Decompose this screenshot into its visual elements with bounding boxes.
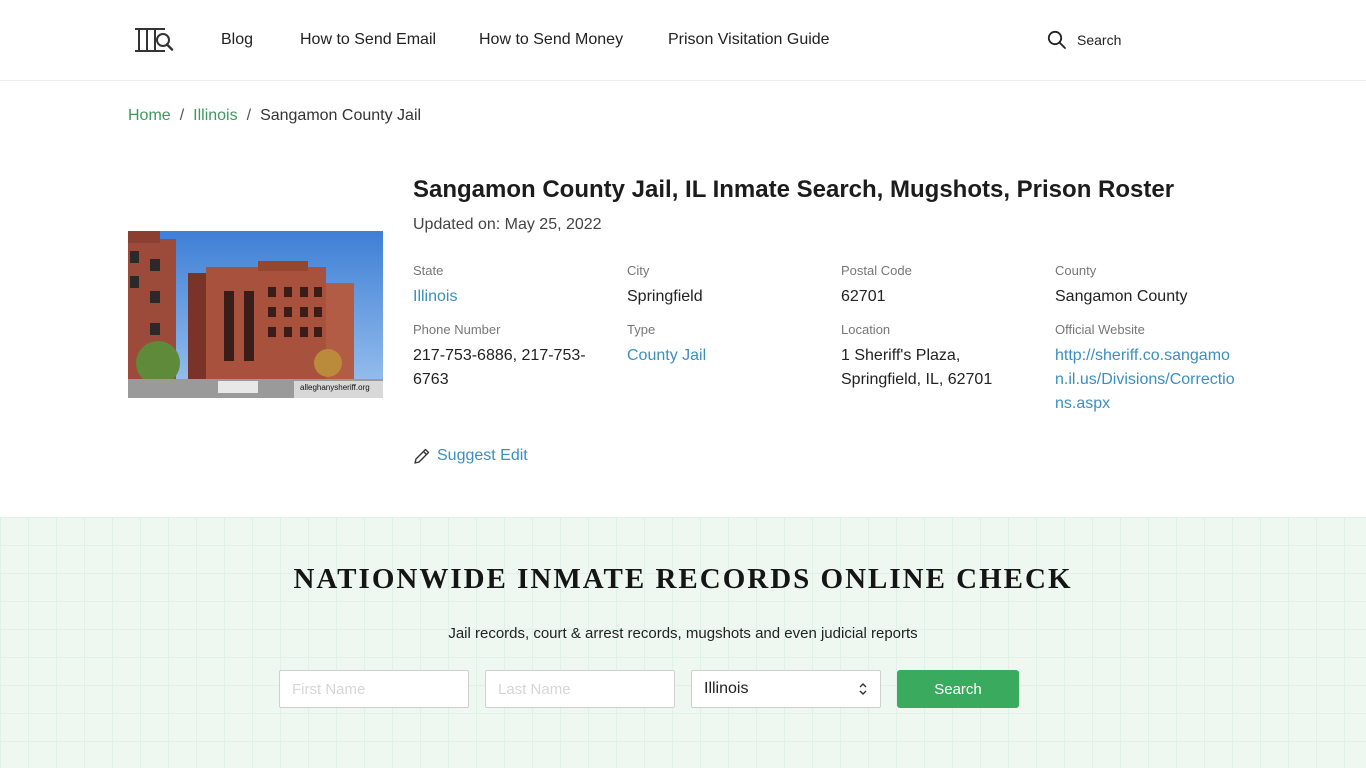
- breadcrumb-state[interactable]: Illinois: [193, 107, 237, 124]
- nav-how-to-send-email[interactable]: How to Send Email: [300, 31, 436, 49]
- official-website-link[interactable]: http://sheriff.co.sangamon.il.us/Divisio…: [1055, 344, 1241, 416]
- field-label: Location: [841, 322, 891, 337]
- nav-how-to-send-money[interactable]: How to Send Money: [479, 31, 623, 49]
- field-type: Type County Jail: [627, 322, 817, 368]
- field-official-website: Official Website http://sheriff.co.sanga…: [1055, 322, 1245, 416]
- field-county: County Sangamon County: [1055, 263, 1245, 309]
- type-link[interactable]: County Jail: [627, 344, 817, 368]
- breadcrumb-separator: /: [179, 107, 185, 124]
- search-icon: [1047, 30, 1066, 49]
- field-value: 217-753-6886, 217-753-6763: [413, 347, 586, 388]
- field-value: Sangamon County: [1055, 288, 1188, 305]
- facility-photo: alleghanysheriff.org: [128, 231, 383, 398]
- state-select[interactable]: Illinois: [691, 670, 881, 708]
- breadcrumb-separator: /: [246, 107, 252, 124]
- search-label: Search: [1077, 32, 1122, 48]
- updown-chevron-icon: [859, 683, 867, 695]
- state-link[interactable]: Illinois: [413, 285, 603, 309]
- site-header: Blog How to Send Email How to Send Money…: [0, 0, 1366, 81]
- inmate-search-band: [0, 517, 1366, 768]
- first-name-input[interactable]: [279, 670, 469, 708]
- field-label: Phone Number: [413, 322, 501, 337]
- breadcrumb-current: Sangamon County Jail: [260, 107, 422, 124]
- field-state: State Illinois: [413, 263, 603, 309]
- suggest-edit-label: Suggest Edit: [437, 447, 528, 464]
- band-title: NATIONWIDE INMATE RECORDS ONLINE CHECK: [293, 563, 1073, 595]
- nav-prison-visitation-guide[interactable]: Prison Visitation Guide: [668, 31, 830, 49]
- field-label: Type: [627, 322, 656, 337]
- suggest-edit-link[interactable]: Suggest Edit: [413, 447, 528, 465]
- search-button[interactable]: Search: [897, 670, 1019, 708]
- field-label: County: [1055, 263, 1097, 278]
- last-name-input[interactable]: [485, 670, 675, 708]
- pencil-icon: [414, 448, 430, 464]
- updated-date: Updated on: May 25, 2022: [413, 216, 602, 233]
- header-search[interactable]: Search: [1047, 30, 1121, 50]
- field-label: City: [627, 263, 650, 278]
- field-city: City Springfield: [627, 263, 817, 309]
- field-phone-number: Phone Number 217-753-6886, 217-753-6763: [413, 322, 603, 392]
- jail-bars-magnifier-icon[interactable]: [134, 26, 176, 54]
- field-postal-code: Postal Code 62701: [841, 263, 1031, 309]
- state-select-value: Illinois: [704, 680, 749, 697]
- field-label: State: [413, 263, 444, 278]
- band-subtitle: Jail records, court & arrest records, mu…: [448, 625, 918, 642]
- field-location: Location 1 Sheriff's Plaza, Springfield,…: [841, 322, 1031, 392]
- nav-blog[interactable]: Blog: [221, 31, 253, 49]
- field-value: Springfield: [627, 288, 703, 305]
- photo-watermark: alleghanysheriff.org: [300, 383, 370, 392]
- breadcrumb-home[interactable]: Home: [128, 107, 171, 124]
- field-label: Postal Code: [841, 263, 912, 278]
- page-title: Sangamon County Jail, IL Inmate Search, …: [413, 176, 1175, 203]
- field-value: 1 Sheriff's Plaza, Springfield, IL, 6270…: [841, 347, 993, 388]
- field-value: 62701: [841, 288, 886, 305]
- facility-photo-image: alleghanysheriff.org: [128, 231, 383, 398]
- field-label: Official Website: [1055, 322, 1145, 337]
- breadcrumb: Home / Illinois / Sangamon County Jail: [128, 107, 421, 125]
